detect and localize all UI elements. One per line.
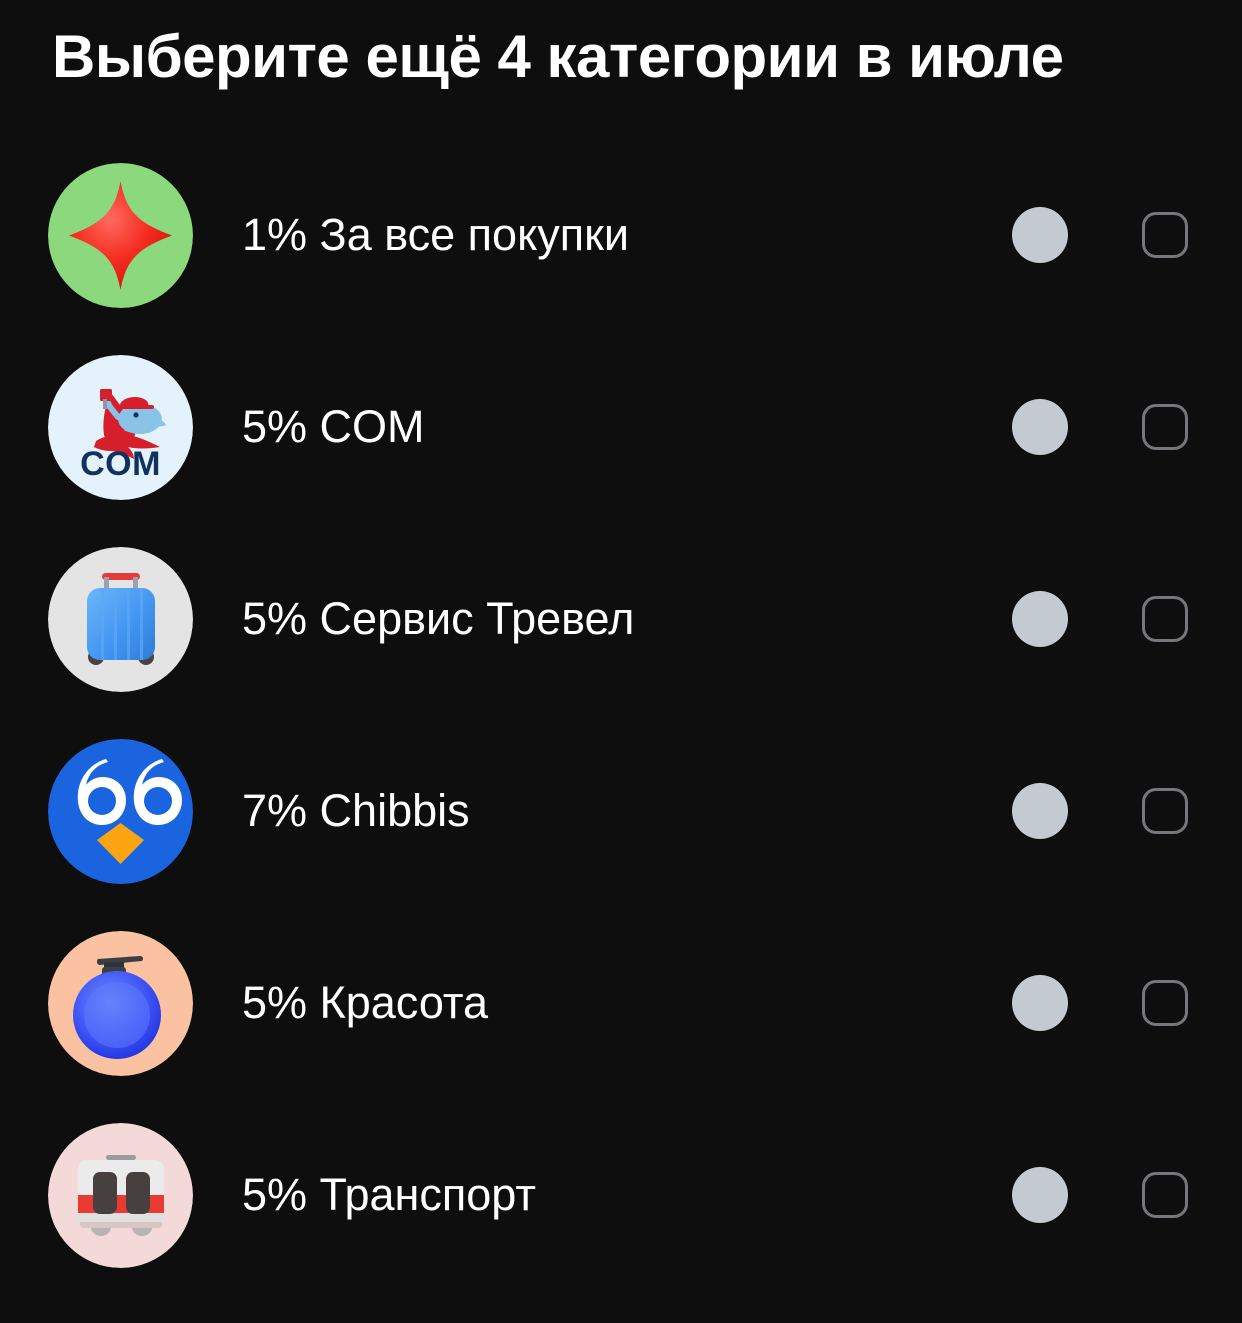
- category-checkbox[interactable]: [1142, 596, 1188, 642]
- owl-66-logo-icon: [48, 739, 193, 884]
- info-icon[interactable]: [1012, 207, 1068, 263]
- category-label: 5% COM: [242, 401, 425, 452]
- sparkle-star-icon: [48, 163, 193, 308]
- tram-icon: [48, 1123, 193, 1268]
- category-checkbox[interactable]: [1142, 212, 1188, 258]
- page-title: Выберите ещё 4 категории в июле: [52, 23, 1064, 90]
- info-icon[interactable]: [1012, 591, 1068, 647]
- com-fish-logo-icon: COM: [48, 355, 193, 500]
- info-icon[interactable]: [1012, 783, 1068, 839]
- category-label: 5% Транспорт: [242, 1169, 536, 1220]
- svg-text:COM: COM: [80, 445, 161, 483]
- category-row[interactable]: COM 5% COM: [0, 331, 1242, 523]
- category-row[interactable]: 7% Chibbis: [0, 715, 1242, 907]
- info-icon[interactable]: [1012, 399, 1068, 455]
- category-label: 5% Красота: [242, 977, 488, 1028]
- category-row[interactable]: 5% Сервис Тревел: [0, 523, 1242, 715]
- category-label: 5% Сервис Тревел: [242, 593, 635, 644]
- category-label: 7% Chibbis: [242, 785, 470, 836]
- category-row[interactable]: 5% Транспорт: [0, 1099, 1242, 1291]
- info-icon[interactable]: [1012, 975, 1068, 1031]
- category-row[interactable]: 5% Красота: [0, 907, 1242, 1099]
- category-list: 1% За все покупки COM 5% COM 5% Сервис Т…: [0, 139, 1242, 1291]
- info-icon[interactable]: [1012, 1167, 1068, 1223]
- category-checkbox[interactable]: [1142, 788, 1188, 834]
- suitcase-icon: [48, 547, 193, 692]
- soap-dispenser-icon: [48, 931, 193, 1076]
- category-selection-screen: Выберите ещё 4 категории в июле 1% За вс…: [0, 0, 1242, 1323]
- category-checkbox[interactable]: [1142, 980, 1188, 1026]
- category-label: 1% За все покупки: [242, 209, 629, 260]
- category-checkbox[interactable]: [1142, 1172, 1188, 1218]
- category-row[interactable]: 1% За все покупки: [0, 139, 1242, 331]
- category-checkbox[interactable]: [1142, 404, 1188, 450]
